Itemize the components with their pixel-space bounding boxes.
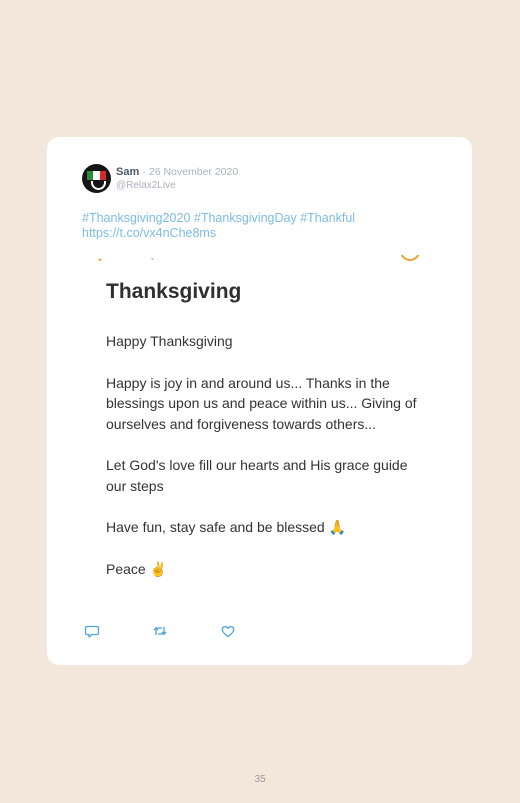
avatar[interactable] [82, 164, 111, 193]
author-handle[interactable]: @Relax2Live [116, 180, 176, 191]
note-paragraph: Let God's love fill our hearts and His g… [106, 457, 408, 494]
note-image[interactable]: Thanksgiving Happy Thanksgiving Happy is… [106, 280, 426, 600]
tweet-text: #Thanksgiving2020 #ThanksgivingDay #Than… [82, 211, 442, 241]
reply-icon[interactable] [84, 623, 100, 639]
emoji-fragment [151, 255, 154, 260]
retweet-icon[interactable] [152, 623, 168, 639]
note-paragraph: Peace ✌️ [106, 560, 168, 577]
tweet-header: Sam · 26 November 2020 [116, 166, 238, 178]
image-cropped-top [82, 255, 437, 265]
tweet-card: Sam · 26 November 2020 @Relax2Live #Than… [47, 137, 472, 665]
flag-icon [87, 171, 106, 180]
emoji-fragment [400, 255, 420, 261]
separator: · [142, 166, 146, 178]
hashtags[interactable]: #Thanksgiving2020 #ThanksgivingDay #Than… [82, 211, 442, 226]
tweet-link[interactable]: https://t.co/vx4nChe8ms [82, 226, 442, 241]
note-paragraph: Have fun, stay safe and be blessed 🙏 [106, 519, 347, 535]
smile-icon [91, 181, 106, 190]
tweet-date[interactable]: 26 November 2020 [149, 166, 238, 178]
author-name[interactable]: Sam [116, 166, 139, 178]
note-paragraph: Happy is joy in and around us... Thanks … [106, 374, 417, 432]
tweet-actions [84, 623, 236, 639]
emoji-fragment [98, 255, 102, 261]
note-title: Thanksgiving [106, 280, 242, 303]
note-paragraph: Happy Thanksgiving [106, 333, 233, 349]
like-icon[interactable] [220, 623, 236, 639]
page-number: 35 [254, 774, 266, 785]
